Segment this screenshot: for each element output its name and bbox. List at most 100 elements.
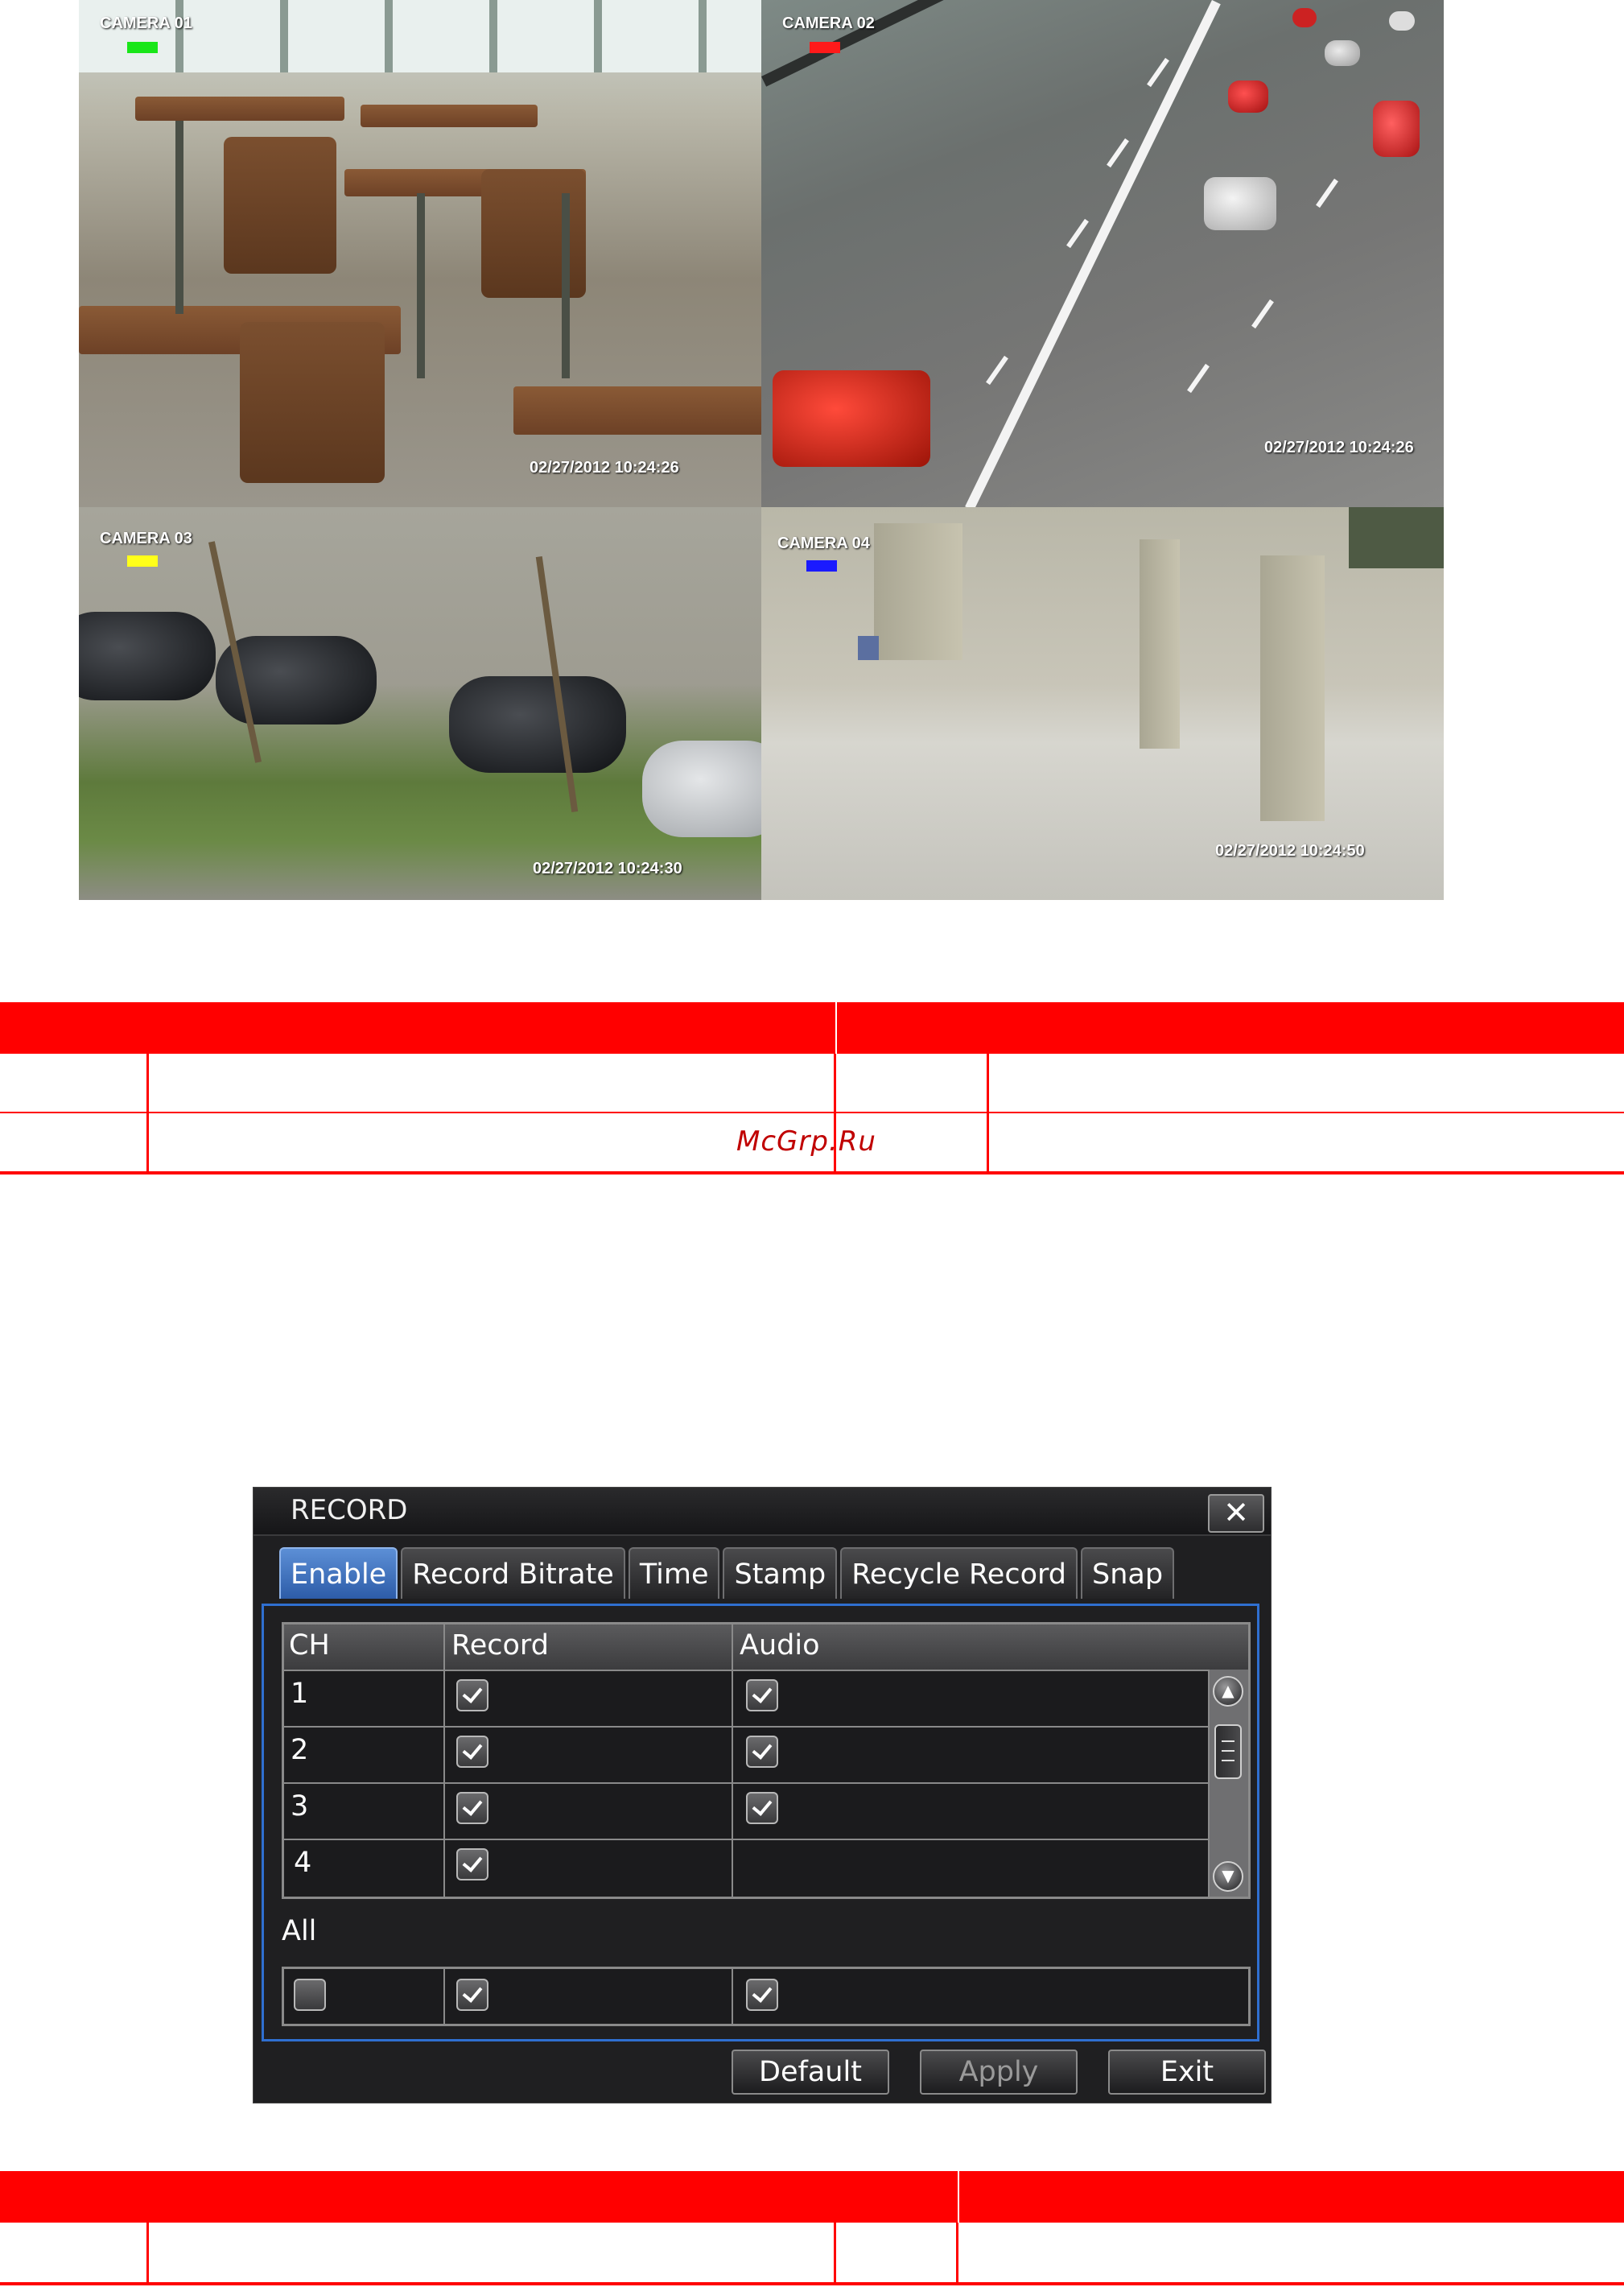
- record-checkbox[interactable]: [456, 1792, 488, 1824]
- camera-04-view[interactable]: CAMERA 04 02/27/2012 10:24:50: [761, 507, 1444, 900]
- lane-marking: [1251, 299, 1274, 329]
- silver-car: [1325, 40, 1360, 66]
- dark-car: [79, 612, 216, 700]
- lane-marking: [986, 355, 1008, 386]
- camera-label: CAMERA 03: [100, 530, 192, 547]
- tab-bar: Enable Record Bitrate Time Stamp Recycle…: [279, 1547, 1175, 1599]
- desk: [361, 105, 538, 127]
- channel-number: 1: [291, 1678, 309, 1710]
- camera-01-view[interactable]: CAMERA 01 02/27/2012 10:24:26: [79, 0, 761, 507]
- camera-02-view[interactable]: CAMERA 02 02/27/2012 10:24:26: [761, 0, 1444, 507]
- table-header: [0, 1002, 1624, 1054]
- channel-number: 4: [294, 1847, 312, 1879]
- table-bottom-border: [0, 1171, 1624, 1174]
- all-audio-checkbox[interactable]: [746, 1979, 778, 2011]
- channel-number: 2: [291, 1734, 309, 1766]
- channel-number: 3: [291, 1790, 309, 1823]
- vertical-scrollbar[interactable]: ▲ ▼: [1208, 1670, 1248, 1897]
- camera-quad-view: CAMERA 01 02/27/2012 10:24:26 CAMERA 02 …: [79, 0, 1444, 900]
- camera-color-tag: [810, 42, 840, 53]
- close-button[interactable]: ✕: [1208, 1494, 1264, 1533]
- column-divider: [146, 1054, 149, 1174]
- wall-panel: [874, 523, 962, 660]
- column-divider: [443, 1624, 445, 1897]
- record-checkbox[interactable]: [456, 1848, 488, 1880]
- dialog-title: RECORD: [291, 1494, 408, 1526]
- exit-button[interactable]: Exit: [1108, 2050, 1266, 2095]
- camera-timestamp: 02/27/2012 10:24:26: [530, 459, 679, 477]
- spec-table-2: [0, 2171, 1624, 2287]
- red-car: [1292, 8, 1317, 27]
- red-truck: [1373, 101, 1420, 157]
- enable-tab-panel: CH Record Audio 1 2 3 4 ▲ ▼ All: [262, 1604, 1259, 2041]
- column-divider: [732, 1624, 733, 1897]
- silver-car: [1389, 11, 1415, 31]
- camera-color-tag: [127, 42, 158, 53]
- camera-timestamp: 02/27/2012 10:24:30: [533, 860, 682, 877]
- scroll-down-icon[interactable]: ▼: [1213, 1861, 1243, 1892]
- camera-label: CAMERA 02: [782, 14, 875, 32]
- column-divider: [956, 2223, 958, 2285]
- chair: [240, 322, 385, 483]
- dialog-titlebar: RECORD ✕: [253, 1488, 1271, 1536]
- all-channel-checkbox[interactable]: [294, 1979, 326, 2011]
- chair: [481, 169, 586, 298]
- camera-timestamp: 02/27/2012 10:24:26: [1264, 439, 1414, 456]
- watermark-text: McGrp.Ru: [736, 1125, 876, 1158]
- column-divider: [987, 1054, 989, 1174]
- column-header-record: Record: [451, 1629, 549, 1662]
- silver-car: [1204, 177, 1276, 230]
- camera-03-view[interactable]: CAMERA 03 02/27/2012 10:24:30: [79, 507, 761, 900]
- lane-marking: [1107, 138, 1129, 168]
- scroll-thumb[interactable]: [1214, 1724, 1242, 1779]
- row-divider: [284, 1726, 1214, 1728]
- silver-car: [642, 741, 761, 837]
- dialog-footer: Default Apply Exit: [732, 2050, 1266, 2095]
- record-checkbox[interactable]: [456, 1736, 488, 1768]
- camera-label: CAMERA 01: [100, 14, 192, 32]
- tab-record-bitrate[interactable]: Record Bitrate: [401, 1547, 625, 1599]
- wall-pillar: [1260, 555, 1325, 821]
- desk: [135, 97, 344, 121]
- tab-enable[interactable]: Enable: [279, 1547, 398, 1599]
- column-divider: [443, 1969, 445, 2024]
- row-divider: [284, 1782, 1214, 1784]
- column-header-ch: CH: [289, 1629, 330, 1662]
- desk: [513, 386, 761, 435]
- lane-marking: [1316, 178, 1338, 208]
- wall-pillar: [1140, 539, 1180, 749]
- row-divider: [284, 1839, 1214, 1840]
- table-bottom-border: [0, 2282, 1624, 2285]
- lane-marking: [1066, 218, 1089, 249]
- audio-checkbox[interactable]: [746, 1679, 778, 1711]
- tab-stamp[interactable]: Stamp: [723, 1547, 838, 1599]
- all-record-checkbox[interactable]: [456, 1979, 488, 2011]
- table-header: [0, 2171, 1624, 2223]
- column-divider: [732, 1969, 733, 2024]
- table-header: CH Record Audio: [284, 1624, 1248, 1671]
- desk-leg: [562, 193, 570, 378]
- camera-label: CAMERA 04: [777, 535, 870, 552]
- scroll-up-icon[interactable]: ▲: [1213, 1676, 1243, 1707]
- window-background: [79, 0, 761, 72]
- default-button[interactable]: Default: [732, 2050, 889, 2095]
- red-car: [1228, 80, 1268, 113]
- camera-color-tag: [806, 560, 837, 572]
- chair: [224, 137, 336, 274]
- camera-timestamp: 02/27/2012 10:24:50: [1215, 842, 1365, 860]
- header-divider: [958, 2171, 959, 2223]
- tab-snap[interactable]: Snap: [1080, 1547, 1175, 1599]
- column-divider: [834, 2223, 836, 2285]
- apply-button[interactable]: Apply: [920, 2050, 1078, 2095]
- header-divider: [835, 1002, 837, 1054]
- channel-table: CH Record Audio 1 2 3 4 ▲ ▼: [282, 1622, 1251, 1899]
- tab-recycle-record[interactable]: Recycle Record: [840, 1547, 1078, 1599]
- audio-checkbox[interactable]: [746, 1736, 778, 1768]
- column-header-audio: Audio: [740, 1629, 820, 1662]
- audio-checkbox[interactable]: [746, 1792, 778, 1824]
- tab-time[interactable]: Time: [628, 1547, 720, 1599]
- all-row: [282, 1967, 1251, 2026]
- desk-leg: [417, 193, 425, 378]
- lane-marking: [1147, 57, 1169, 88]
- record-checkbox[interactable]: [456, 1679, 488, 1711]
